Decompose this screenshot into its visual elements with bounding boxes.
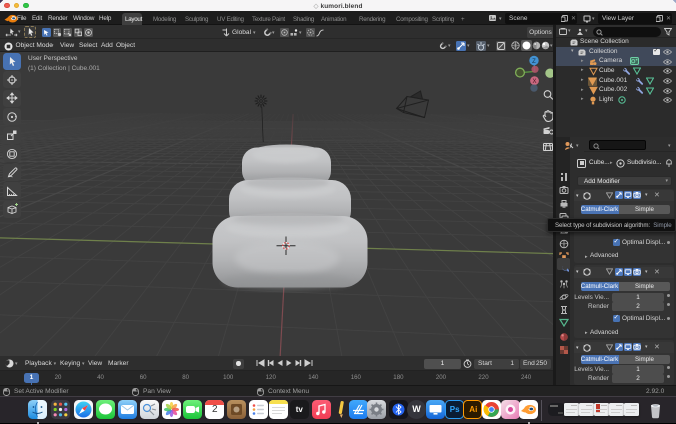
svg-text:X: X [532,79,536,85]
svg-text:Z: Z [532,59,536,65]
